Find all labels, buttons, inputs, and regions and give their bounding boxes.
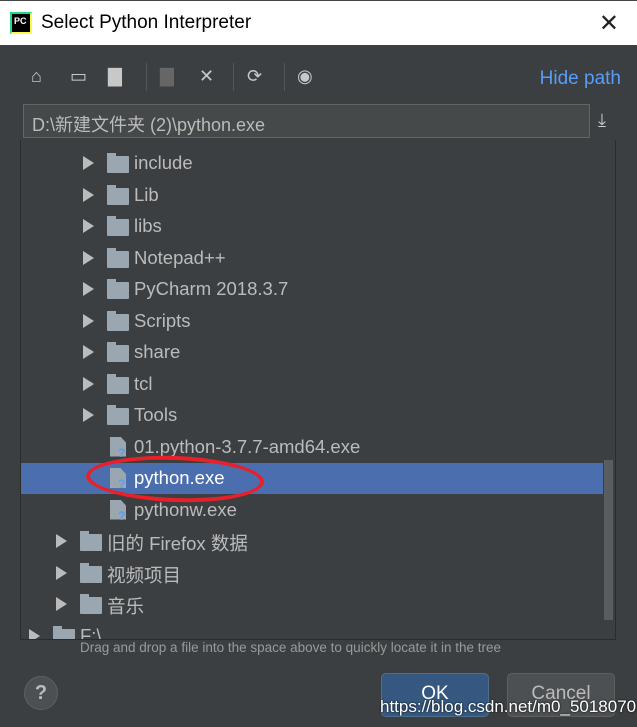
refresh-icon[interactable]: ⟳ xyxy=(247,66,262,87)
pycharm-logo-icon: PC xyxy=(10,12,32,34)
toolbar-separator xyxy=(284,63,285,91)
expand-arrow-icon[interactable] xyxy=(83,250,94,265)
tree-item-label: 视频项目 xyxy=(107,564,182,586)
tree-item-label: Notepad++ xyxy=(134,246,226,268)
tree-item[interactable]: F:\ xyxy=(21,621,603,640)
folder-icon xyxy=(107,216,129,236)
expand-arrow-icon[interactable] xyxy=(83,282,94,296)
title-bar: PC Select Python Interpreter ✕ xyxy=(0,0,637,45)
show-hidden-icon[interactable]: ◉ xyxy=(297,66,313,87)
tree-item[interactable]: PyCharm 2018.3.7 xyxy=(21,274,603,305)
expand-arrow-icon[interactable] xyxy=(83,408,94,422)
folder-icon xyxy=(80,594,102,614)
tree-item-label: 音乐 xyxy=(107,596,145,617)
folder-icon xyxy=(107,342,129,362)
tree-item[interactable]: ? pythonw.exe xyxy=(21,495,603,526)
tree-item[interactable]: share xyxy=(21,337,603,368)
folder-icon xyxy=(80,562,102,583)
tree-item[interactable]: Lib xyxy=(21,180,603,211)
close-icon[interactable]: ✕ xyxy=(599,9,619,38)
expand-arrow-icon[interactable] xyxy=(29,628,40,639)
tree-item-label: F:\ xyxy=(80,624,102,640)
tree-item-label: Tools xyxy=(134,404,178,425)
watermark: https://blog.csdn.net/m0_50180708 xyxy=(380,697,637,716)
folder-icon xyxy=(107,279,129,299)
tree-item[interactable]: libs xyxy=(21,211,603,242)
tree-item-label: Lib xyxy=(134,183,159,205)
download-icon[interactable]: ⤓ xyxy=(598,110,606,131)
expand-arrow-icon[interactable] xyxy=(83,313,94,328)
home-icon[interactable]: ⌂ xyxy=(31,66,42,87)
toolbar-separator xyxy=(146,63,147,91)
delete-icon[interactable]: ✕ xyxy=(199,66,214,87)
folder-icon xyxy=(107,184,129,205)
folder-icon xyxy=(80,531,102,551)
tree-item-label: 01.python-3.7.7-amd64.exe xyxy=(134,435,361,457)
path-input[interactable]: D:\新建文件夹 (2)\python.exe xyxy=(23,104,590,138)
expand-arrow-icon[interactable] xyxy=(83,219,94,233)
tree-item[interactable]: Tools xyxy=(21,400,603,431)
unknown-file-icon: ? xyxy=(118,508,126,523)
folder-icon xyxy=(107,373,129,394)
tree-item-label: 旧的 Firefox 数据 xyxy=(107,533,248,554)
tree-item-label: PyCharm 2018.3.7 xyxy=(134,278,289,299)
folder-icon xyxy=(107,310,129,331)
expand-arrow-icon[interactable] xyxy=(56,565,67,580)
help-button[interactable]: ? xyxy=(24,676,58,710)
project-folder-icon[interactable]: ▇ xyxy=(108,66,122,87)
expand-arrow-icon[interactable] xyxy=(83,187,94,202)
tree-item-label: Scripts xyxy=(134,309,191,331)
tree-item[interactable]: 视频项目 xyxy=(21,558,603,589)
folder-icon xyxy=(107,247,129,268)
expand-arrow-icon[interactable] xyxy=(56,534,67,548)
new-folder-icon[interactable]: ▇ xyxy=(160,66,174,87)
tree-item-label: libs xyxy=(134,215,162,236)
tree-item[interactable]: tcl xyxy=(21,369,603,400)
tree-item-label: include xyxy=(134,152,193,173)
file-tree[interactable]: include Lib libs Notepad++ PyCharm 2018.3.7 S… xyxy=(20,140,616,640)
tree-item[interactable]: include xyxy=(21,148,603,179)
toolbar-separator xyxy=(233,63,234,91)
folder-icon xyxy=(107,405,129,425)
tree-item[interactable]: 旧的 Firefox 数据 xyxy=(21,526,603,557)
expand-arrow-icon[interactable] xyxy=(83,376,94,391)
tree-item-label: share xyxy=(134,341,181,362)
tree-item[interactable]: ? 01.python-3.7.7-amd64.exe xyxy=(21,432,603,463)
tree-item[interactable]: 音乐 xyxy=(21,589,603,620)
expand-arrow-icon[interactable] xyxy=(83,345,94,359)
expand-arrow-icon[interactable] xyxy=(83,156,94,170)
expand-arrow-icon[interactable] xyxy=(56,597,67,611)
hide-path-link[interactable]: Hide path xyxy=(540,68,621,90)
window-title: Select Python Interpreter xyxy=(41,12,252,33)
tree-item[interactable]: Notepad++ xyxy=(21,243,603,274)
folder-icon xyxy=(107,153,129,173)
desktop-icon[interactable]: ▭ xyxy=(70,66,87,87)
tree-scrollbar[interactable] xyxy=(604,460,613,620)
drag-drop-hint: Drag and drop a file into the space abov… xyxy=(80,640,502,655)
folder-icon xyxy=(53,625,75,639)
tree-item-label: tcl xyxy=(134,372,153,394)
tree-item[interactable]: Scripts xyxy=(21,306,603,337)
